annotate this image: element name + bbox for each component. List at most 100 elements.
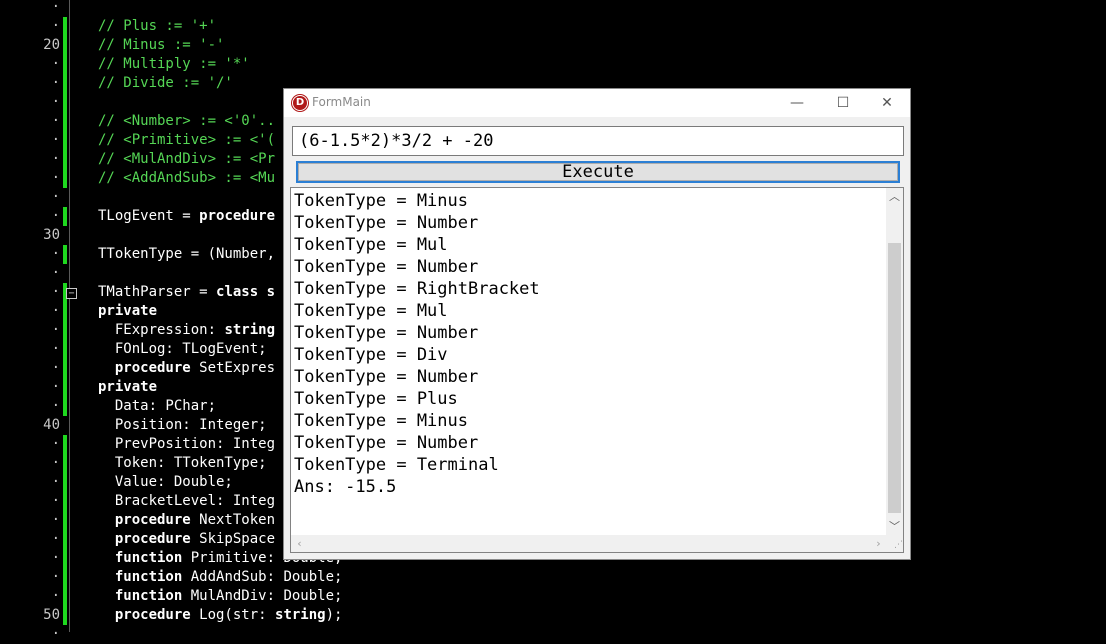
modified-line-marker [63,17,67,188]
size-grip-icon[interactable]: ⋰ [886,535,903,552]
line-marker-dot: · [51,132,60,148]
modified-line-marker [63,207,67,226]
code-keyword: procedure [199,208,276,224]
delphi-app-icon: D [292,95,308,111]
output-lines: TokenType = Minus TokenType = Number Token… [294,190,540,498]
line-marker-dot: · [51,550,60,566]
window-title: FormMain [312,95,371,109]
line-marker-dot: · [51,56,60,72]
code-line: procedure SkipSpace [98,530,275,549]
code-line: // Plus := '+' [98,17,216,36]
line-marker-dot: · [51,322,60,338]
line-marker-dot: · [51,94,60,110]
code-text: BracketLevel: Integ [98,493,276,509]
vertical-scrollbar[interactable]: ︿ ﹀ [886,188,903,535]
line-number: 20 [43,37,60,53]
expression-input[interactable]: (6-1.5*2)*3/2 + -20 [292,126,904,156]
line-marker-dot: · [51,455,60,471]
output-line: TokenType = Number [294,257,479,277]
code-keyword: function [114,569,183,585]
line-marker-dot: · [51,18,60,34]
modified-line-marker [63,283,67,416]
code-line: TLogEvent = procedure [98,207,275,226]
line-marker-dot: · [51,531,60,547]
code-line: PrevPosition: Integ [98,435,275,454]
line-marker-dot: · [51,265,60,281]
line-marker-dot: · [51,208,60,224]
code-text: SetExpres [190,360,276,376]
output-line: TokenType = RightBracket [294,279,540,299]
line-marker-dot: · [51,341,60,357]
code-line: Value: Double; [98,473,233,492]
code-text: AddAndSub: Double; [182,569,343,585]
scroll-right-arrow-icon[interactable]: › [870,535,887,552]
line-number: 30 [43,227,60,243]
close-button[interactable]: ✕ [864,89,910,117]
code-line: // <MulAndDiv> := <Pr [98,150,275,169]
minimize-button[interactable]: — [774,89,820,117]
code-text: PrevPosition: Integ [98,436,276,452]
scroll-down-arrow-icon[interactable]: ﹀ [886,518,903,535]
code-text: ); [325,607,343,623]
code-keyword: function [114,588,183,604]
line-number: · [51,0,60,15]
form-main-window[interactable]: D FormMain — ☐ ✕ (6-1.5*2)*3/2 + -20 Exe… [283,88,911,560]
horizontal-scrollbar[interactable]: ‹ › [291,535,887,552]
code-comment: // <Number> := <'0'.. [98,113,276,129]
line-marker-dot: · [51,588,60,604]
code-comment: // Multiply := '*' [98,56,250,72]
code-comment: // Divide := '/' [98,75,233,91]
code-line: // Multiply := '*' [98,55,250,74]
line-marker-dot: · [51,246,60,262]
line-number: 40 [43,417,60,433]
code-text: Data: PChar; [98,398,217,414]
code-line: Data: PChar; [98,397,216,416]
line-marker-dot: · [51,474,60,490]
code-line: FExpression: string [98,321,275,340]
code-text: TMathParser = [98,284,217,300]
code-line: BracketLevel: Integ [98,492,275,511]
code-text: TLogEvent = [98,208,200,224]
code-keyword: procedure [114,607,191,623]
code-line: function MulAndDiv: Double; [98,587,343,606]
scroll-up-arrow-icon[interactable]: ︿ [886,188,903,205]
code-keyword: private [98,379,158,395]
maximize-button[interactable]: ☐ [820,89,866,117]
output-line: TokenType = Number [294,433,479,453]
execute-button[interactable]: Execute [296,161,900,183]
code-keyword: procedure [114,360,191,376]
output-line: TokenType = Terminal [294,455,499,475]
output-memo[interactable]: TokenType = Minus TokenType = Number Token… [290,187,904,553]
line-marker-dot: · [51,151,60,167]
line-marker-dot: · [51,284,60,300]
code-text: Token: TTokenType; [98,455,267,471]
code-line: // <Number> := <'0'.. [98,112,275,131]
line-marker-dot: · [51,189,60,205]
code-text: MulAndDiv: Double; [182,588,343,604]
gutter-divider [69,0,70,632]
output-line: TokenType = Div [294,345,448,365]
modified-line-marker [63,245,67,264]
code-text: FOnLog: TLogEvent; [98,341,267,357]
code-keyword: private [98,303,158,319]
line-marker-dot: · [51,170,60,186]
code-comment: // <Primitive> := <'( [98,132,276,148]
title-bar[interactable]: D FormMain — ☐ ✕ [284,89,910,117]
line-marker-dot: · [51,626,60,642]
scroll-left-arrow-icon[interactable]: ‹ [291,535,308,552]
output-line: TokenType = Number [294,213,479,233]
output-line: TokenType = Number [294,367,479,387]
code-line: TMathParser = class s [98,283,275,302]
vertical-scroll-thumb[interactable] [888,243,901,513]
code-text: FExpression: [98,322,225,338]
fold-collapse-icon[interactable]: − [66,288,77,299]
code-text: SkipSpace [190,531,276,547]
line-marker-dot: · [51,360,60,376]
output-line: TokenType = Mul [294,301,448,321]
